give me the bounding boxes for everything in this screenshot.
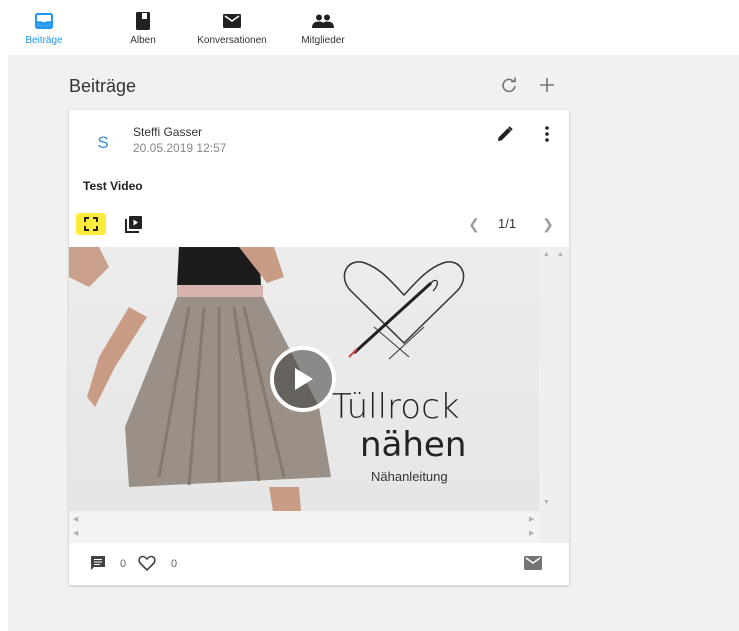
nav-label: Mitglieder [301, 35, 345, 46]
scroll-left-arrow-icon[interactable]: ◀ [73, 515, 78, 523]
like-button[interactable] [138, 555, 160, 575]
video-library-icon [125, 216, 142, 233]
fullscreen-icon [84, 217, 98, 231]
previous-media-button[interactable]: ❮ [465, 214, 483, 234]
refresh-button[interactable] [498, 74, 520, 96]
horizontal-scrollbar[interactable]: ◀ ◀ ▶ ▶ [69, 511, 539, 543]
like-count: 0 [171, 558, 178, 570]
top-navigation: Beiträge Alben Konversationen Mitglieder [0, 0, 739, 55]
people-icon [312, 12, 334, 30]
more-vert-icon [545, 126, 549, 142]
avatar: S [97, 133, 109, 152]
mail-icon [221, 12, 243, 30]
fullscreen-button[interactable] [76, 213, 106, 235]
refresh-icon [502, 77, 516, 93]
comment-count: 0 [120, 558, 127, 570]
chevron-right-icon: ❯ [542, 215, 554, 232]
nav-tab-beitraege[interactable]: Beiträge [22, 0, 66, 55]
nav-tab-konversationen[interactable]: Konversationen [194, 0, 270, 55]
video-player[interactable]: Tüllrock nähen Nähanleitung [69, 247, 539, 511]
nav-tab-mitglieder[interactable]: Mitglieder [298, 0, 348, 55]
media-pager: 1/1 [498, 216, 517, 231]
video-brand-line3: Nähanleitung [371, 469, 448, 484]
chevron-left-icon: ❮ [468, 215, 480, 232]
album-icon [132, 12, 154, 30]
video-library-button[interactable] [123, 213, 145, 235]
scroll-up-arrow-icon[interactable]: ▲ [543, 251, 550, 258]
mail-icon [524, 556, 542, 570]
video-container: Tüllrock nähen Nähanleitung ▲ ▲ ▼ ◀ ◀ ▶ … [69, 247, 569, 543]
page-title: Beiträge [69, 76, 137, 96]
comment-button[interactable] [90, 555, 110, 575]
heart-icon [138, 555, 156, 572]
nav-tab-alben[interactable]: Alben [126, 0, 160, 55]
next-media-button[interactable]: ❯ [539, 214, 557, 234]
post-date: 20.05.2019 12:57 [133, 141, 227, 155]
scroll-right-arrow-icon[interactable]: ▶ [529, 529, 534, 537]
play-icon [295, 368, 313, 390]
post-author: Steffi Gasser [133, 125, 203, 139]
media-toolbar: ❮ 1/1 ❯ [69, 210, 569, 240]
video-brand-line2: nähen [360, 425, 467, 465]
more-options-button[interactable] [536, 123, 558, 145]
scroll-right-arrow-icon[interactable]: ▶ [529, 515, 534, 523]
post-actions: 0 0 [69, 555, 569, 585]
add-post-button[interactable] [536, 74, 558, 96]
nav-label: Alben [130, 35, 156, 46]
scroll-up-arrow-icon[interactable]: ▲ [557, 251, 564, 258]
pencil-icon [498, 126, 513, 141]
nav-label: Beiträge [25, 35, 63, 46]
comment-icon [91, 556, 105, 570]
inbox-icon [33, 12, 55, 30]
video-brand-line1: Tüllrock [331, 387, 460, 427]
scroll-left-arrow-icon[interactable]: ◀ [73, 529, 78, 537]
post-card: S Steffi Gasser 20.05.2019 12:57 Test Vi… [69, 110, 569, 585]
edit-button[interactable] [494, 123, 516, 145]
scroll-down-arrow-icon[interactable]: ▼ [543, 499, 550, 506]
send-message-button[interactable] [524, 556, 544, 574]
post-title: Test Video [83, 179, 143, 193]
plus-icon [540, 78, 554, 92]
play-button[interactable] [270, 346, 336, 412]
nav-label: Konversationen [197, 35, 267, 46]
vertical-scrollbar[interactable]: ▲ ▲ ▼ [539, 247, 569, 511]
